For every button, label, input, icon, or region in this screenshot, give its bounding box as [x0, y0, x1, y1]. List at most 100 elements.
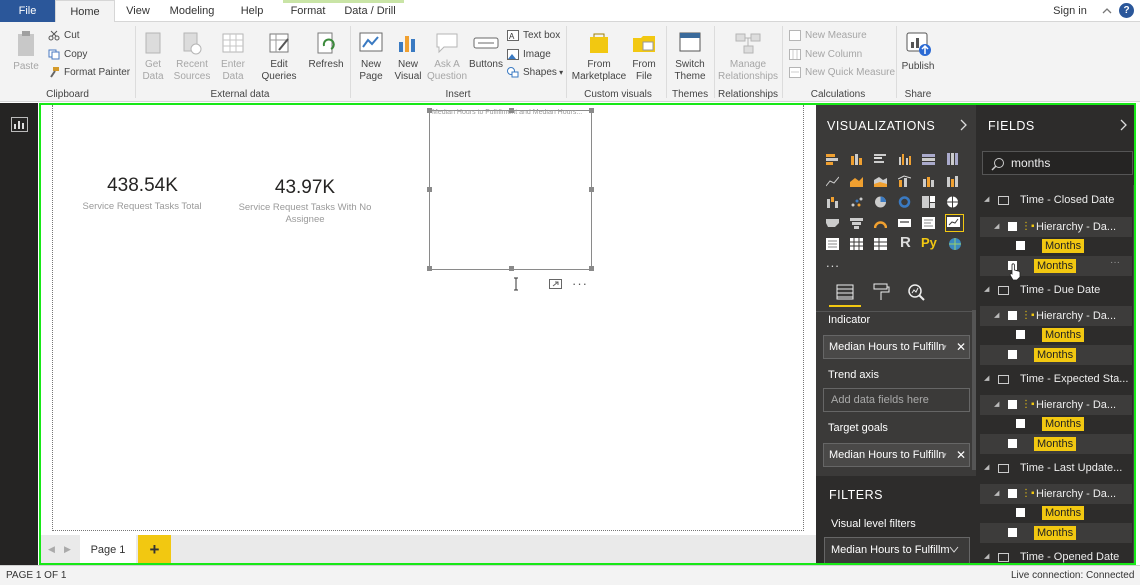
more-options-icon[interactable]: ··· — [572, 276, 588, 291]
buttons-button[interactable]: Buttons — [468, 30, 504, 71]
treemap-icon[interactable] — [922, 196, 935, 208]
copy-button[interactable]: Copy — [48, 47, 87, 63]
clustered-column-icon[interactable] — [898, 153, 911, 165]
resize-handle[interactable] — [509, 108, 514, 113]
gauge-icon[interactable] — [874, 217, 887, 229]
new-visual-button[interactable]: New Visual — [393, 30, 423, 83]
field-month-level-row[interactable]: Months — [980, 414, 1132, 434]
tab-format[interactable]: Format — [283, 0, 333, 22]
field-checkbox[interactable] — [1016, 330, 1025, 339]
filter-card[interactable]: Median Hours to Fulfillm — [824, 537, 970, 565]
field-checkbox[interactable] — [1016, 419, 1025, 428]
help-icon[interactable]: ? — [1119, 3, 1134, 18]
format-painter-button[interactable]: Format Painter — [48, 65, 130, 81]
line-column-icon[interactable] — [898, 175, 911, 187]
enter-data-button[interactable]: Enter Data — [218, 30, 248, 83]
signin-link[interactable]: Sign in — [1044, 0, 1096, 22]
field-month-row[interactable]: Months — [980, 345, 1132, 365]
field-checkbox[interactable] — [1008, 528, 1017, 537]
field-hierarchy-row[interactable]: ◢ ⋮▪ Hierarchy - Da... — [980, 395, 1132, 415]
get-data-button[interactable]: Get Data — [138, 30, 168, 83]
indicator-field-well[interactable]: Median Hours to Fulfilln ▾ ✕ — [823, 335, 970, 359]
switch-theme-button[interactable]: Switch Theme — [670, 30, 710, 83]
100-bar-icon[interactable] — [922, 153, 935, 165]
resize-handle[interactable] — [427, 108, 432, 113]
stacked-column-icon[interactable] — [850, 153, 863, 165]
chevron-down-icon[interactable] — [949, 539, 959, 563]
field-month-row[interactable]: Months — [980, 523, 1132, 543]
analytics-icon[interactable] — [907, 283, 925, 301]
more-options-icon[interactable]: ··· — [1110, 257, 1120, 268]
field-checkbox[interactable] — [1016, 508, 1025, 517]
paint-roller-icon[interactable] — [872, 283, 890, 301]
field-hierarchy-row[interactable]: ◢ ⋮▪ Hierarchy - Da... — [980, 484, 1132, 504]
line-clustered-icon[interactable] — [922, 175, 935, 187]
new-measure-button[interactable]: New Measure — [789, 28, 867, 44]
manage-relationships-button[interactable]: Manage Relationships — [718, 30, 778, 83]
focus-mode-icon[interactable] — [549, 279, 563, 290]
python-icon[interactable]: Py — [921, 235, 937, 250]
stacked-bar-icon[interactable] — [826, 153, 839, 165]
resize-handle[interactable] — [509, 266, 514, 271]
expand-arrow-icon[interactable]: ◢ — [994, 395, 999, 415]
collapse-ribbon-icon[interactable] — [1101, 5, 1113, 17]
remove-field-icon[interactable]: ✕ — [956, 444, 966, 466]
ribbon-chart-icon[interactable] — [946, 175, 959, 187]
from-file-button[interactable]: From File — [628, 30, 660, 83]
field-checkbox[interactable] — [1008, 400, 1017, 409]
prev-page-icon[interactable]: ◀ — [48, 544, 55, 555]
globe-icon[interactable] — [948, 237, 962, 251]
field-hierarchy-row[interactable]: ◢ ⋮▪ Hierarchy - Da... — [980, 217, 1132, 237]
card-icon[interactable] — [898, 217, 911, 229]
field-month-row[interactable]: Months — [980, 434, 1132, 454]
from-marketplace-button[interactable]: From Marketplace — [571, 30, 627, 83]
more-visuals-icon[interactable]: ... — [826, 255, 840, 270]
field-month-level-row[interactable]: Months — [980, 236, 1132, 256]
r-script-icon[interactable]: R — [900, 234, 911, 251]
expand-arrow-icon[interactable]: ◢ — [984, 280, 989, 300]
page-tab-1[interactable]: Page 1 — [80, 535, 136, 565]
resize-handle[interactable] — [427, 187, 432, 192]
field-table-row[interactable]: ◢ Time - Expected Sta... — [980, 369, 1132, 389]
chevron-down-icon[interactable]: ▾ — [942, 336, 947, 358]
target-goals-field-well[interactable]: Median Hours to Fulfilln ▾ ✕ — [823, 443, 970, 467]
resize-handle[interactable] — [589, 108, 594, 113]
expand-arrow-icon[interactable]: ◢ — [984, 547, 989, 567]
report-view-icon[interactable] — [11, 117, 28, 132]
kpi-visual-selected[interactable] — [945, 214, 964, 232]
tab-help[interactable]: Help — [232, 0, 272, 22]
100-column-icon[interactable] — [946, 153, 959, 165]
image-button[interactable]: Image — [507, 47, 551, 63]
expand-arrow-icon[interactable]: ◢ — [984, 369, 989, 389]
report-page[interactable] — [52, 105, 804, 531]
field-month-level-row[interactable]: Months — [980, 503, 1132, 523]
expand-arrow-icon[interactable]: ◢ — [994, 306, 999, 326]
area-chart-icon[interactable] — [850, 175, 863, 187]
tab-home[interactable]: Home — [55, 0, 115, 23]
field-checkbox[interactable] — [1008, 489, 1017, 498]
fields-scrollbar[interactable] — [1133, 185, 1136, 565]
tab-view[interactable]: View — [117, 0, 159, 22]
pie-chart-icon[interactable] — [874, 196, 887, 208]
clustered-bar-icon[interactable] — [874, 153, 887, 165]
filled-map-icon[interactable] — [826, 217, 839, 229]
chevron-down-icon[interactable]: ▾ — [942, 444, 947, 466]
field-month-level-row[interactable]: Months — [980, 325, 1132, 345]
publish-button[interactable]: Publish — [900, 30, 936, 73]
new-column-button[interactable]: New Column — [789, 47, 862, 63]
resize-handle[interactable] — [589, 187, 594, 192]
field-hierarchy-row[interactable]: ◢ ⋮▪ Hierarchy - Da... — [980, 306, 1132, 326]
field-checkbox[interactable] — [1016, 241, 1025, 250]
shapes-button[interactable]: Shapes ▾ — [507, 65, 563, 81]
matrix-icon[interactable] — [874, 238, 887, 250]
waterfall-icon[interactable] — [826, 196, 839, 208]
funnel-icon[interactable] — [850, 217, 863, 229]
new-quick-measure-button[interactable]: New Quick Measure — [789, 65, 895, 81]
table-visual-icon[interactable] — [850, 238, 863, 250]
line-chart-icon[interactable] — [826, 175, 839, 187]
cut-button[interactable]: Cut — [48, 28, 80, 44]
tab-modeling[interactable]: Modeling — [164, 0, 220, 22]
chevron-right-icon[interactable] — [1118, 119, 1128, 131]
kpi-visual-placeholder[interactable]: Median Hours to Fulfillment and Median H… — [427, 108, 594, 271]
text-box-button[interactable]: A Text box — [507, 28, 560, 44]
